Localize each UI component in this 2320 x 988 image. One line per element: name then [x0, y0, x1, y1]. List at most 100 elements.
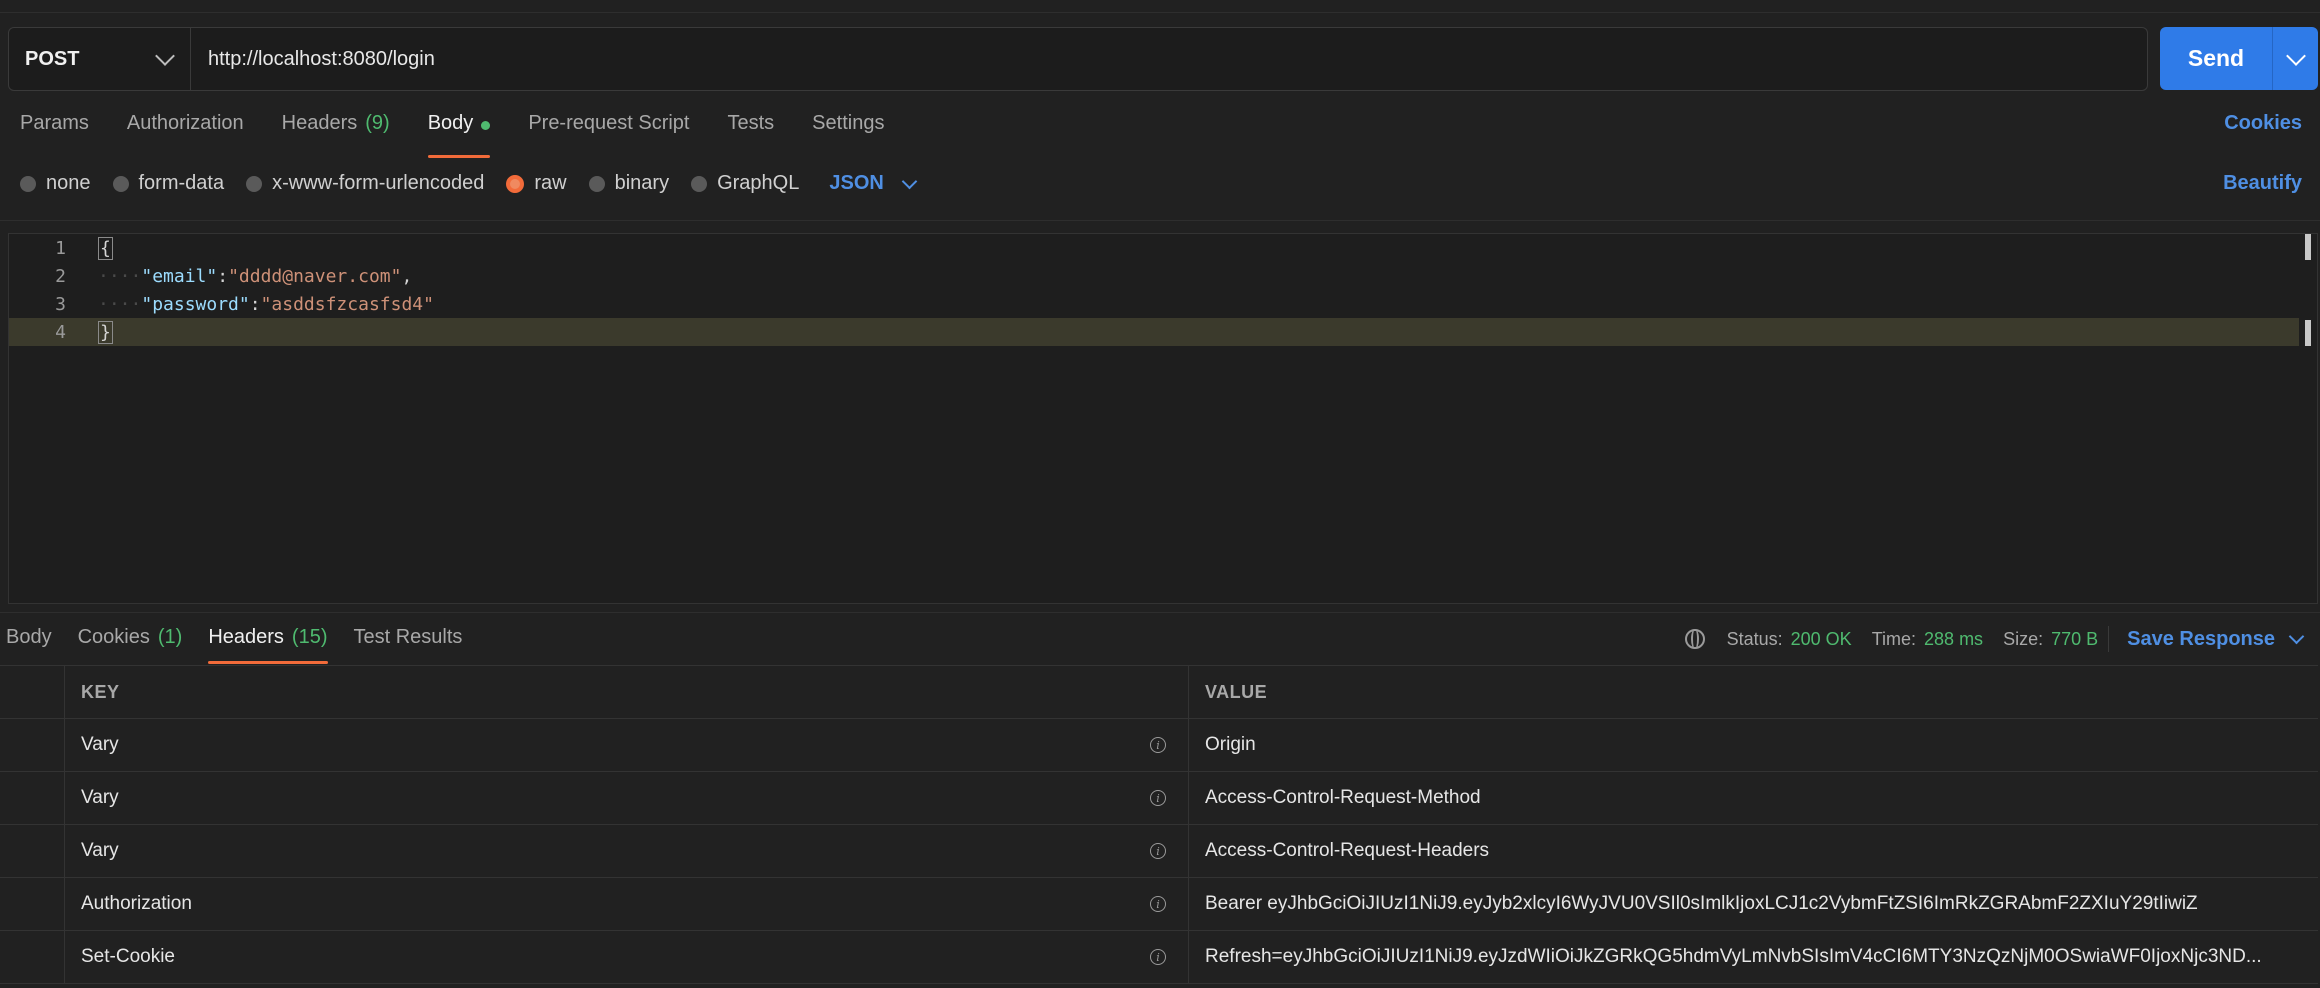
code-text: }	[98, 320, 113, 344]
option-label: GraphQL	[717, 172, 800, 194]
info-icon[interactable]: i	[1150, 843, 1166, 859]
url-input[interactable]: http://localhost:8080/login	[191, 28, 2147, 90]
json-value: "asddsfzcasfsd4"	[260, 293, 434, 315]
radio-icon	[112, 175, 129, 192]
resp-tab-test-results[interactable]: Test Results	[354, 626, 463, 664]
header-value-cell: Access-Control-Request-Headers	[1205, 840, 1490, 861]
header-key-cell: Vary i	[65, 719, 1189, 771]
option-label: x-www-form-urlencoded	[272, 172, 485, 194]
radio-icon	[588, 175, 605, 192]
header-value-cell: Origin	[1205, 734, 1256, 755]
info-icon[interactable]: i	[1150, 737, 1166, 753]
header-key: Vary	[81, 787, 119, 808]
option-label: raw	[534, 172, 567, 194]
info-icon[interactable]: i	[1150, 949, 1166, 965]
tab-count: (9)	[365, 112, 390, 134]
line-number: 3	[55, 293, 66, 315]
tab-label: Body	[6, 626, 52, 648]
row-gutter	[0, 878, 65, 930]
table-row: Vary i Origin	[0, 719, 2318, 772]
body-editor[interactable]: 1 { 2 ····"email":"dddd@naver.com", 3 ··…	[8, 233, 2318, 604]
status-value[interactable]: 200 OK	[1791, 629, 1852, 650]
editor-line: 1 {	[9, 234, 2299, 262]
table-row: Set-Cookie i Refresh=eyJhbGciOiJIUzI1NiJ9…	[0, 931, 2318, 984]
header-key: Vary	[81, 840, 119, 861]
code-text: ····"password":"asddsfzcasfsd4"	[98, 293, 434, 315]
format-label: JSON	[829, 172, 884, 194]
cookies-link[interactable]: Cookies	[2224, 112, 2302, 135]
info-icon[interactable]: i	[1150, 896, 1166, 912]
header-key: Set-Cookie	[81, 946, 175, 967]
line-number: 1	[55, 237, 66, 259]
chevron-down-icon	[2285, 45, 2306, 66]
json-key: "password"	[141, 293, 250, 315]
save-response-button[interactable]: Save Response	[2127, 627, 2305, 651]
tab-authorization[interactable]: Authorization	[127, 112, 244, 158]
radio-icon	[20, 175, 36, 192]
line-number: 4	[55, 321, 66, 343]
tab-label: Body	[427, 112, 474, 134]
request-bar: POST http://localhost:8080/login	[8, 27, 2148, 91]
header-key: Vary	[81, 734, 119, 755]
globe-icon[interactable]	[1684, 629, 1705, 649]
option-label: form-data	[138, 172, 225, 194]
body-option-raw[interactable]: raw	[506, 172, 567, 195]
format-select[interactable]: JSON	[829, 172, 918, 195]
tab-label: Settings	[812, 112, 885, 134]
resp-tab-headers[interactable]: Headers (15)	[208, 626, 328, 664]
editor-scrollbar[interactable]	[2305, 234, 2311, 260]
header-value-cell: Refresh=eyJhbGciOiJIUzI1NiJ9.eyJzdWIiOiJ…	[1205, 946, 2262, 967]
radio-icon	[691, 175, 708, 192]
tab-label: Headers	[281, 112, 358, 134]
colon: :	[249, 293, 261, 315]
tab-tests[interactable]: Tests	[727, 112, 774, 158]
save-response-label: Save Response	[2127, 627, 2275, 650]
radio-icon	[246, 175, 263, 192]
time-label: Time:	[1871, 628, 1917, 649]
tab-params[interactable]: Params	[20, 112, 89, 158]
code-text: ····"email":"dddd@naver.com",	[98, 265, 413, 287]
header-key: Authorization	[81, 893, 192, 914]
send-button[interactable]: Send	[2160, 27, 2273, 90]
row-gutter	[0, 772, 65, 824]
header-key-cell: Vary i	[65, 772, 1189, 824]
tab-label: Test Results	[353, 626, 463, 648]
method-label: POST	[25, 47, 80, 70]
body-option-urlencoded[interactable]: x-www-form-urlencoded	[246, 172, 484, 195]
info-icon[interactable]: i	[1150, 790, 1166, 806]
response-status: Status: 200 OK Time: 288 ms Size: 770 B Sav…	[1684, 626, 2305, 652]
body-option-binary[interactable]: binary	[588, 172, 669, 195]
tab-count: (15)	[291, 626, 328, 648]
header-value-cell: Access-Control-Request-Method	[1205, 787, 1481, 808]
time-value[interactable]: 288 ms	[1924, 629, 1983, 650]
radio-selected-icon	[506, 174, 525, 193]
table-header-row: KEY VALUE	[0, 666, 2318, 719]
resp-tab-cookies[interactable]: Cookies (1)	[78, 626, 183, 664]
tab-headers[interactable]: Headers (9)	[282, 112, 390, 158]
body-option-form-data[interactable]: form-data	[112, 172, 225, 195]
tab-label: Authorization	[126, 112, 244, 134]
editor-line: 3 ····"password":"asddsfzcasfsd4"	[9, 290, 2299, 318]
status-label: Status:	[1726, 628, 1783, 649]
size-value[interactable]: 770 B	[2051, 629, 2098, 650]
resp-tab-body[interactable]: Body	[6, 626, 52, 664]
send-dropdown-button[interactable]	[2273, 27, 2318, 90]
chevron-down-icon	[2288, 628, 2305, 645]
tab-settings[interactable]: Settings	[812, 112, 884, 158]
modified-dot-icon	[481, 121, 491, 130]
body-option-graphql[interactable]: GraphQL	[691, 172, 799, 195]
divider	[0, 220, 2320, 221]
method-select[interactable]: POST	[9, 28, 191, 90]
beautify-button[interactable]: Beautify	[2223, 172, 2302, 195]
body-option-none[interactable]: none	[20, 172, 91, 195]
tab-body[interactable]: Body	[427, 112, 491, 158]
brace: {	[98, 236, 113, 260]
row-gutter	[0, 931, 65, 983]
row-gutter	[0, 666, 65, 718]
chevron-down-icon	[901, 173, 918, 189]
divider	[2108, 626, 2110, 652]
value-column-header: VALUE	[1205, 681, 1268, 702]
tab-label: Tests	[727, 112, 775, 134]
tab-pre-request-script[interactable]: Pre-request Script	[528, 112, 689, 158]
header-value-cell: Bearer eyJhbGciOiJIUzI1NiJ9.eyJyb2xlcyI6…	[1205, 893, 2198, 914]
